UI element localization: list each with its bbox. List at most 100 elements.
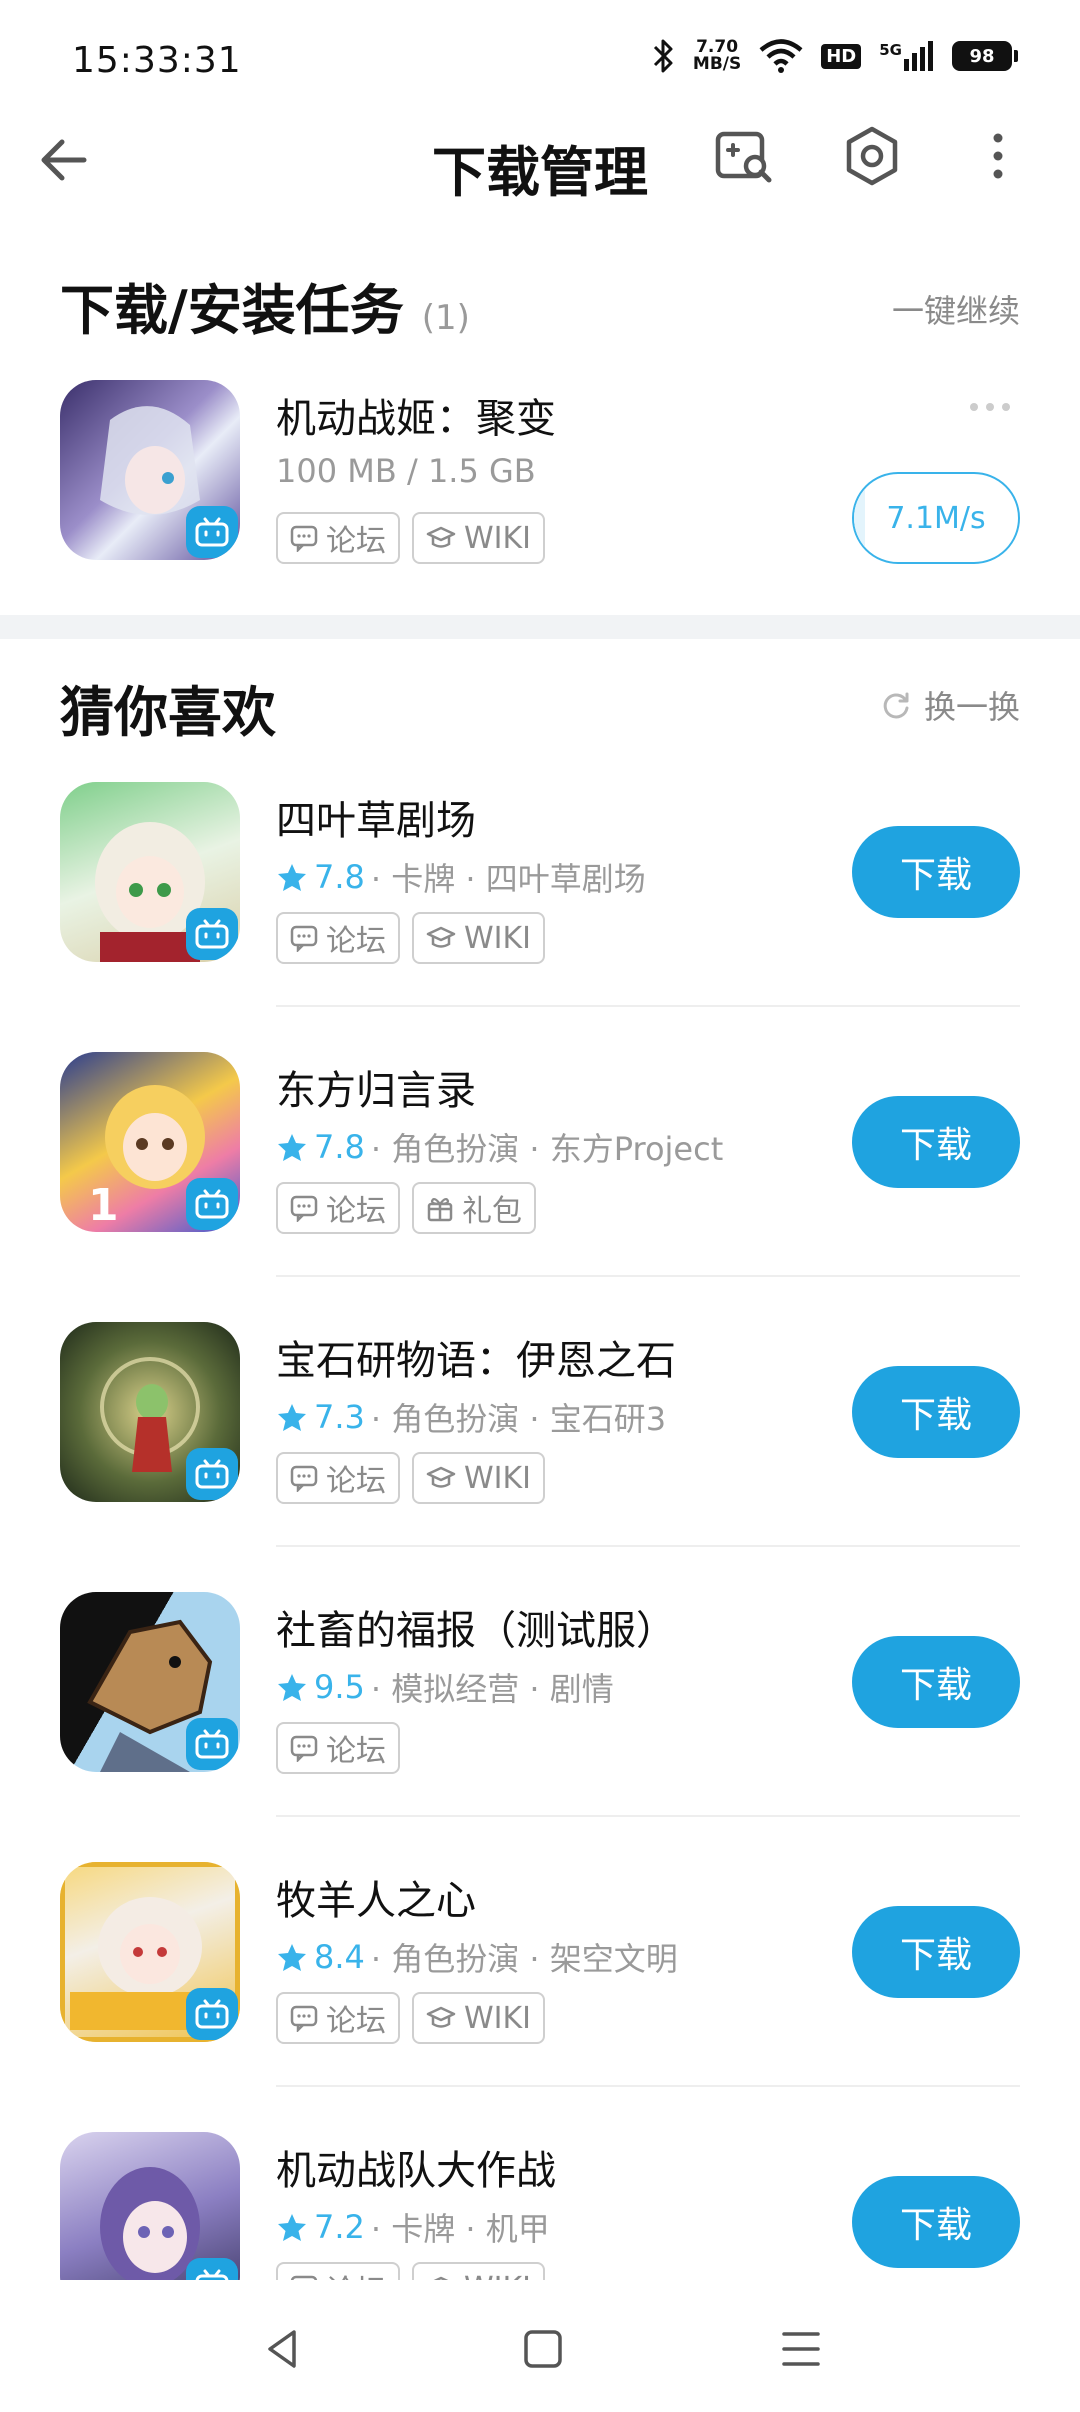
app-rating: 7.8: [276, 1128, 365, 1166]
app-category: · 卡牌 · 机甲: [370, 2210, 550, 2248]
tag-wiki[interactable]: WIKI: [412, 2262, 546, 2281]
download-button[interactable]: 下载: [852, 1636, 1020, 1728]
wiki-icon: [426, 2006, 456, 2028]
download-button[interactable]: 下载: [852, 1906, 1020, 1998]
app-tags: 论坛 WIKI: [276, 1992, 546, 2044]
hd-badge: HD: [821, 43, 862, 69]
download-button[interactable]: 下载: [852, 1366, 1020, 1458]
app-icon[interactable]: [60, 380, 240, 560]
bilibili-badge-icon: [186, 2258, 238, 2280]
tag-label: 论坛: [326, 924, 386, 959]
task-count: (1): [421, 298, 470, 338]
page-title: 下载管理: [432, 141, 648, 204]
tag-wiki[interactable]: WIKI: [412, 1452, 546, 1504]
nav-back-icon[interactable]: [258, 2324, 308, 2374]
app-icon[interactable]: [60, 1592, 240, 1772]
task-more-icon[interactable]: [966, 400, 1014, 414]
app-name[interactable]: 四叶草剧场: [276, 788, 476, 846]
tag-label: WIKI: [464, 2271, 531, 2281]
app-name[interactable]: 机动战队大作战: [276, 2138, 556, 2196]
app-name[interactable]: 牧羊人之心: [276, 1868, 476, 1926]
star-icon: [278, 2214, 306, 2241]
app-rating: 8.4: [276, 1938, 365, 1976]
app-name[interactable]: 宝石研物语：伊恩之石: [276, 1328, 676, 1386]
network-type: 5G: [879, 41, 902, 59]
bilibili-badge-icon: [186, 908, 238, 960]
rating-value: 8.4: [314, 1938, 365, 1976]
tag-forum[interactable]: 论坛: [276, 1452, 400, 1504]
status-time: 15:33:31: [72, 40, 242, 81]
wiki-icon: [426, 1466, 456, 1488]
nav-recents-icon[interactable]: [776, 2324, 826, 2374]
app-tags: 论坛 礼包: [276, 1182, 536, 1234]
app-name[interactable]: 社畜的福报（测试服）: [276, 1598, 676, 1656]
net-speed: 7.70 MB/S: [693, 39, 741, 73]
resume-all-button[interactable]: 一键继续: [892, 286, 1020, 332]
download-progress-fill: [854, 474, 865, 562]
section-divider: [0, 615, 1080, 639]
nav-home-icon[interactable]: [518, 2324, 568, 2374]
tag-forum[interactable]: 论坛: [276, 1182, 400, 1234]
list-clip: 机动战队大作战 7.2 · 卡牌 · 机甲 论坛 WIKI 下载: [0, 2100, 1080, 2280]
tag-wiki[interactable]: WIKI: [412, 512, 546, 564]
app-icon[interactable]: [60, 1862, 240, 2042]
app-icon[interactable]: [60, 1322, 240, 1502]
tag-forum[interactable]: 论坛: [276, 2262, 400, 2280]
tag-label: WIKI: [464, 2000, 532, 2036]
star-icon: [278, 1674, 306, 1701]
row-divider: [276, 1815, 1020, 1817]
refresh-icon: [883, 692, 909, 719]
download-button[interactable]: 下载: [852, 2176, 1020, 2268]
forum-icon: [290, 925, 318, 952]
tag-forum[interactable]: 论坛: [276, 1722, 400, 1774]
download-button[interactable]: 下载: [852, 826, 1020, 918]
refresh-button[interactable]: 换一换: [880, 682, 1020, 728]
game-search-icon[interactable]: [712, 124, 776, 188]
bilibili-badge-icon: [186, 506, 238, 558]
download-button[interactable]: 下载: [852, 1096, 1020, 1188]
app-tags: 论坛 WIKI: [276, 912, 546, 964]
tag-label: 论坛: [326, 2266, 386, 2280]
app-category: · 角色扮演 · 宝石研3: [370, 1400, 667, 1438]
system-nav-bar: [0, 2280, 1080, 2412]
bilibili-badge-icon: [186, 1448, 238, 1500]
app-meta: 7.2 · 卡牌 · 机甲: [276, 2204, 550, 2250]
app-icon[interactable]: 1: [60, 1052, 240, 1232]
app-icon[interactable]: [60, 2132, 240, 2280]
app-category: · 角色扮演 · 架空文明: [370, 1940, 678, 1978]
tag-forum[interactable]: 论坛: [276, 1992, 400, 2044]
status-bar: 15:33:31 7.70 MB/S HD 5G 98: [0, 0, 1080, 110]
tag-wiki[interactable]: WIKI: [412, 1992, 546, 2044]
tag-label: 礼包: [462, 1194, 522, 1229]
tag-gift[interactable]: 礼包: [412, 1182, 536, 1234]
star-icon: [278, 864, 306, 891]
forum-icon: [290, 1465, 318, 1492]
app-rating: 9.5: [276, 1668, 365, 1706]
row-divider: [276, 1545, 1020, 1547]
tag-forum[interactable]: 论坛: [276, 912, 400, 964]
star-icon: [278, 1404, 306, 1431]
star-icon: [278, 1944, 306, 1971]
tag-label: 论坛: [326, 1734, 386, 1769]
tag-forum[interactable]: 论坛: [276, 512, 400, 564]
app-icon[interactable]: [60, 782, 240, 962]
more-vertical-icon[interactable]: [968, 124, 1028, 188]
download-speed: 7.1M/s: [886, 500, 986, 536]
signal-icon: 5G: [879, 41, 934, 71]
forum-icon: [290, 1195, 318, 1222]
app-category: · 角色扮演 · 东方Project: [370, 1130, 724, 1168]
task-app-name[interactable]: 机动战姬：聚变: [276, 386, 556, 444]
tag-label: 论坛: [326, 524, 386, 559]
download-section-title: 下载/安装任务 (1): [60, 266, 470, 345]
download-speed-button[interactable]: 7.1M/s: [852, 472, 1020, 564]
rating-value: 7.8: [314, 1128, 365, 1166]
bluetooth-icon: [653, 39, 673, 73]
tag-wiki[interactable]: WIKI: [412, 912, 546, 964]
star-icon: [278, 1134, 306, 1161]
settings-icon[interactable]: [840, 124, 904, 188]
app-name[interactable]: 东方归言录: [276, 1058, 476, 1116]
tag-label: WIKI: [464, 1460, 532, 1496]
task-tags: 论坛 WIKI: [276, 512, 546, 564]
app-tags: 论坛 WIKI: [276, 2262, 546, 2281]
app-rating: 7.2: [276, 2208, 365, 2246]
